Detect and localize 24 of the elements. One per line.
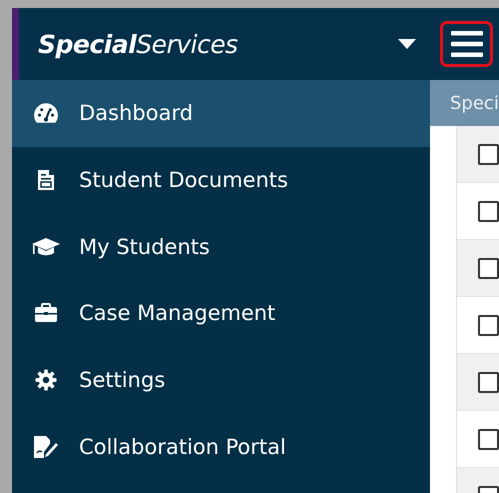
briefcase-icon xyxy=(34,303,58,324)
row-checkbox[interactable] xyxy=(478,144,499,164)
signature-icon xyxy=(32,434,58,459)
sidebar-item[interactable]: Dashboard xyxy=(12,80,430,147)
document-icon xyxy=(36,169,54,192)
gauge-icon xyxy=(32,102,58,124)
brand-logo: SpecialServices xyxy=(38,30,239,58)
caret-icon[interactable] xyxy=(398,39,416,49)
gear-icon xyxy=(34,369,56,392)
sidebar-item[interactable]: My Students xyxy=(12,213,430,280)
row-checkbox[interactable] xyxy=(478,314,499,336)
row-checkbox[interactable] xyxy=(478,372,499,392)
row-checkbox[interactable] xyxy=(478,428,499,450)
row-checkbox[interactable] xyxy=(478,200,499,222)
column-heading: Speci xyxy=(450,92,499,114)
sidebar-item[interactable]: Collaboration Portal xyxy=(12,413,430,480)
accent-stripe xyxy=(12,8,19,80)
sidebar-item[interactable]: Student Documents xyxy=(12,146,430,214)
sidebar-item[interactable]: Case Management xyxy=(12,280,430,347)
sidebar-item[interactable]: Settings xyxy=(12,346,430,414)
row-checkbox[interactable] xyxy=(478,258,499,278)
cap-icon xyxy=(30,236,60,257)
menu-button[interactable] xyxy=(440,21,493,67)
menu-icon xyxy=(450,30,482,58)
